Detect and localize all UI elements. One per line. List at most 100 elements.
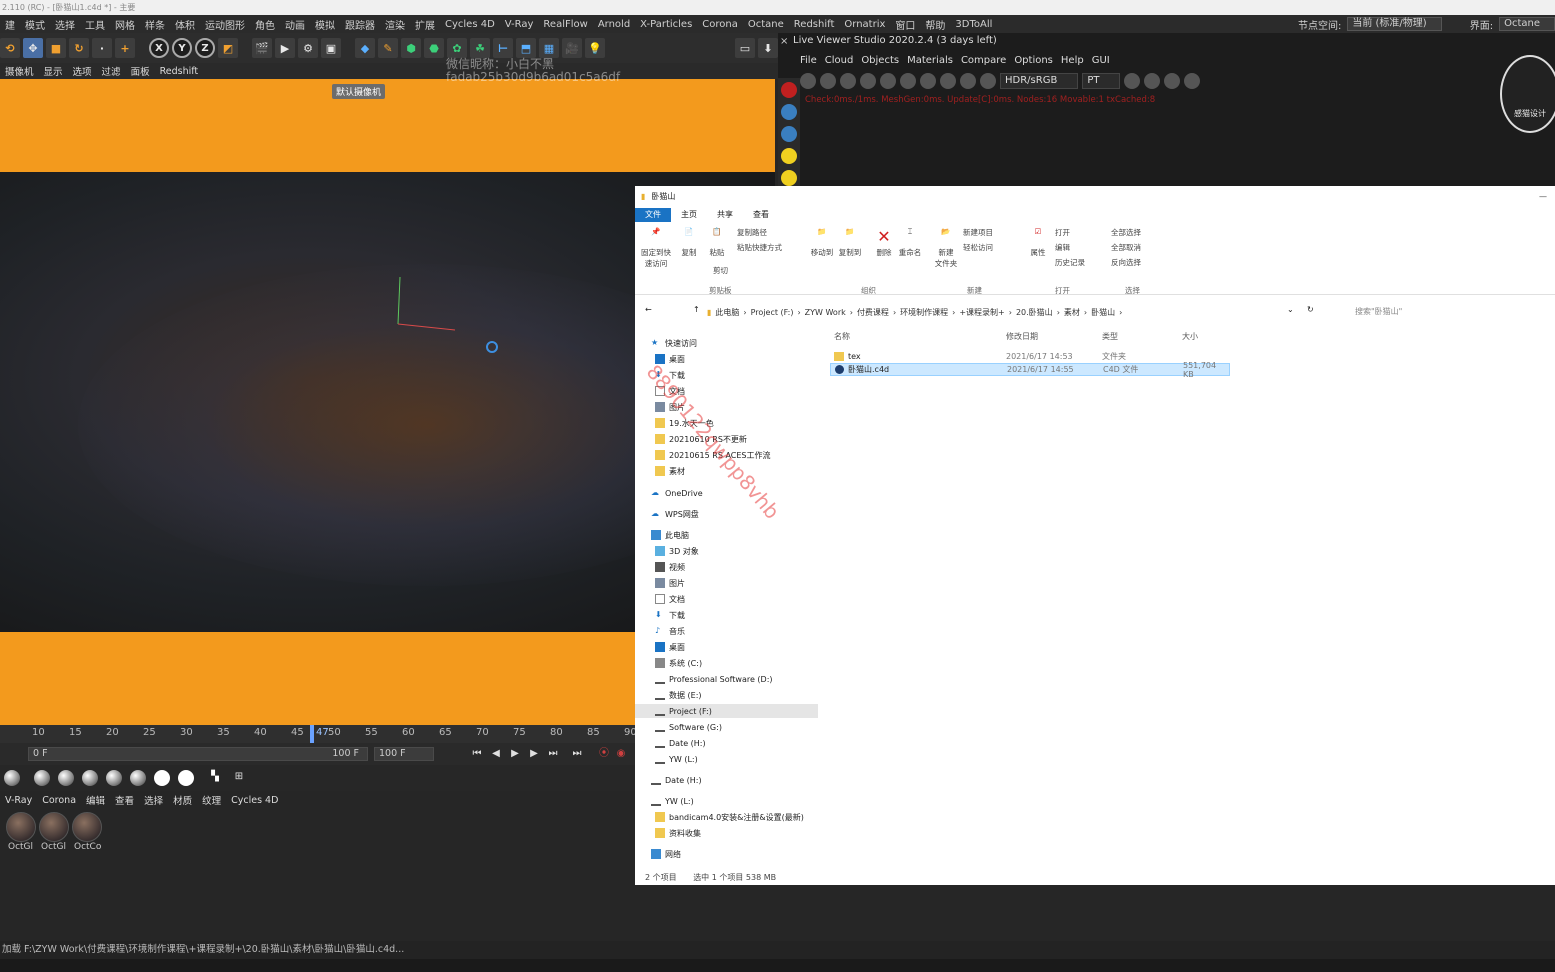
menu-item[interactable]: 建 xyxy=(0,17,20,32)
material-sphere-icon[interactable] xyxy=(106,770,122,786)
node-editor-icon[interactable]: ⊞ xyxy=(232,770,246,784)
menu-item[interactable]: 模式 xyxy=(20,17,50,32)
menu-item[interactable]: X-Particles xyxy=(635,19,697,30)
column-header-name[interactable]: 名称 xyxy=(834,331,850,342)
open-button[interactable]: 打开 xyxy=(1055,227,1070,238)
invert-selection-button[interactable]: 反向选择 xyxy=(1111,257,1141,268)
nav-item[interactable]: 3D 对象 xyxy=(655,544,699,558)
nav-item[interactable]: 图片 xyxy=(655,576,685,590)
search-input[interactable]: 搜索"卧猫山" xyxy=(1335,304,1555,320)
add-icon[interactable]: + xyxy=(115,38,135,58)
menu-item[interactable]: 扩展 xyxy=(410,17,440,32)
file-row-selected[interactable]: 卧猫山.c4d 2021/6/17 14:55 C4D 文件 551,704 K… xyxy=(830,361,1230,379)
end-frame-field[interactable]: 100 F xyxy=(374,747,434,761)
material-menu-item[interactable]: 材质 xyxy=(168,793,197,807)
render-region-icon[interactable]: 🎬 xyxy=(252,38,272,58)
timeline-playhead[interactable] xyxy=(310,725,314,743)
play-icon[interactable]: ▶ xyxy=(508,747,522,761)
nav-item[interactable]: 素材 xyxy=(655,464,685,478)
material-menu-item[interactable]: 编辑 xyxy=(81,793,110,807)
menu-item[interactable]: Cycles 4D xyxy=(440,19,500,30)
nav-item[interactable]: YW (L:) xyxy=(651,794,694,808)
settings-icon[interactable] xyxy=(800,73,816,89)
scale-tool-icon[interactable]: ■ xyxy=(46,38,66,58)
nav-item[interactable]: ⬇ 下载 xyxy=(655,608,685,622)
menu-item[interactable]: 渲染 xyxy=(380,17,410,32)
nav-item[interactable]: 资料收集 xyxy=(655,826,701,840)
nav-item-network[interactable]: 网络 xyxy=(651,847,681,861)
select-none-button[interactable]: 全部取消 xyxy=(1111,242,1141,253)
menu-item[interactable]: 3DToAll xyxy=(950,19,997,30)
chevron-down-icon[interactable]: ⌄ xyxy=(1287,305,1294,314)
back-icon[interactable]: ← xyxy=(645,305,652,314)
edit-button[interactable]: 编辑 xyxy=(1055,242,1070,253)
camera-icon[interactable] xyxy=(1164,73,1181,89)
nav-item[interactable]: 数据 (E:) xyxy=(655,688,702,702)
sphere-icon[interactable] xyxy=(900,73,916,89)
breadcrumb-item[interactable]: 付费课程 xyxy=(857,307,889,318)
menu-item[interactable]: V-Ray xyxy=(500,19,539,30)
go-to-end-icon[interactable]: ⏭ xyxy=(546,747,560,761)
y-axis-icon[interactable]: Y xyxy=(172,38,192,58)
material-menu-item[interactable]: 查看 xyxy=(110,793,139,807)
restart-icon[interactable] xyxy=(820,73,836,89)
select-all-button[interactable]: 全部选择 xyxy=(1111,227,1141,238)
node-space-select[interactable]: 当前 (标准/物理) xyxy=(1347,17,1442,31)
minimize-icon[interactable]: — xyxy=(1539,192,1547,201)
nav-item[interactable]: Software (G:) xyxy=(655,720,722,734)
refresh-icon[interactable]: ↻ xyxy=(1307,305,1314,314)
material-sphere-icon[interactable] xyxy=(130,770,146,786)
cube-icon[interactable]: ◆ xyxy=(355,38,375,58)
undo-icon[interactable]: ⟲ xyxy=(0,38,20,58)
material-thumbnail[interactable] xyxy=(6,812,36,842)
material-menu-item[interactable]: V-Ray xyxy=(0,795,37,806)
material-menu-item[interactable]: 纹理 xyxy=(197,793,226,807)
move-to-button[interactable]: 📁 移动到 xyxy=(809,227,835,258)
checker-icon[interactable]: ▚ xyxy=(208,770,222,784)
pick-icon[interactable] xyxy=(980,73,996,89)
clay-icon[interactable] xyxy=(940,73,956,89)
material-sphere-icon[interactable] xyxy=(34,770,50,786)
paste-button[interactable]: 📋 粘贴 xyxy=(705,227,729,258)
layout-toggle-icon[interactable]: ▭ xyxy=(735,38,755,58)
menu-item[interactable]: 体积 xyxy=(170,17,200,32)
rotate-tool-icon[interactable]: ↻ xyxy=(69,38,89,58)
viewport-menu-item[interactable]: Redshift xyxy=(155,66,204,77)
x-axis-icon[interactable]: X xyxy=(149,38,169,58)
menu-item[interactable]: 窗口 xyxy=(890,17,920,32)
record-icon[interactable]: ⦿ xyxy=(597,747,611,761)
column-header-type[interactable]: 类型 xyxy=(1102,331,1118,342)
history-button[interactable]: 历史记录 xyxy=(1055,257,1085,268)
render-view-icon[interactable]: ▶ xyxy=(275,38,295,58)
viewport-menu-item[interactable]: 摄像机 xyxy=(0,64,39,78)
region-icon[interactable] xyxy=(920,73,936,89)
nav-item-wps[interactable]: ☁ WPS网盘 xyxy=(651,507,699,521)
light-icon[interactable]: 💡 xyxy=(585,38,605,58)
new-item-button[interactable]: 新建项目 xyxy=(963,227,993,238)
copy-path-button[interactable]: 复制路径 xyxy=(737,227,767,238)
viewport-menu-item[interactable]: 显示 xyxy=(39,64,68,78)
gear-icon[interactable] xyxy=(154,770,170,786)
tab-file[interactable]: 文件 xyxy=(635,208,671,222)
breadcrumb-item[interactable]: +课程录制+ xyxy=(959,307,1004,318)
half-moon-icon[interactable] xyxy=(781,126,797,142)
viewport-menu-item[interactable]: 面板 xyxy=(126,64,155,78)
properties-button[interactable]: ☑ 属性 xyxy=(1027,227,1049,258)
autokey-icon[interactable]: ◉ xyxy=(614,747,628,761)
breadcrumb-item[interactable]: 环境制作课程 xyxy=(900,307,948,318)
material-sphere-icon[interactable] xyxy=(58,770,74,786)
kernel-select[interactable]: PT xyxy=(1082,73,1121,89)
z-axis-icon[interactable]: Z xyxy=(195,38,215,58)
nav-item[interactable]: bandicam4.0安装&注册&设置(最新) xyxy=(655,810,804,824)
next-frame-icon[interactable]: ▶ xyxy=(527,747,541,761)
material-menu-item[interactable]: Cycles 4D xyxy=(226,795,283,806)
lv-menu-item[interactable]: Cloud xyxy=(821,55,858,66)
new-folder-button[interactable]: 📂 新建 文件夹 xyxy=(931,227,961,269)
menu-item[interactable]: 模拟 xyxy=(310,17,340,32)
go-to-start-icon[interactable]: ⏮ xyxy=(470,747,484,761)
breadcrumb-item[interactable]: 素材 xyxy=(1064,307,1080,318)
cut-button[interactable]: 剪切 xyxy=(713,265,728,276)
material-sphere-icon[interactable] xyxy=(82,770,98,786)
prev-frame-icon[interactable]: ◀ xyxy=(489,747,503,761)
focus-icon[interactable] xyxy=(960,73,976,89)
